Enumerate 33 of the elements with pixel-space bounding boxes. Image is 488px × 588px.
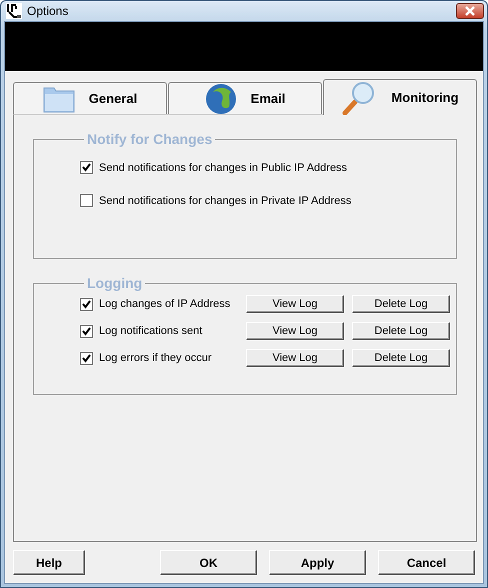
checkbox-label: Send notifications for changes in Private IP Address [99, 194, 352, 206]
dialog-button[interactable]: Apply [269, 550, 366, 575]
tab[interactable]: Monitoring [323, 79, 477, 115]
checkbox-box[interactable] [80, 161, 93, 174]
checkbox-box[interactable] [80, 194, 93, 207]
log-button[interactable]: Delete Log [352, 322, 450, 340]
checkbox-label: Log errors if they occur [99, 352, 212, 364]
tab[interactable]: Email [168, 82, 322, 114]
group-title: Notify for Changes [86, 131, 214, 147]
group-title: Logging [86, 275, 144, 291]
dialog-button[interactable]: Help [13, 550, 85, 575]
checkbox-box[interactable] [80, 352, 93, 364]
log-button[interactable]: Delete Log [352, 295, 450, 313]
window-title: Options [27, 4, 68, 18]
dialog-button[interactable]: Cancel [378, 550, 475, 575]
dialog-button[interactable]: OK [160, 550, 257, 575]
globe-icon [204, 82, 237, 114]
checkbox-label: Send notifications for changes in Public IP Address [99, 162, 348, 174]
checkbox-label: Log changes of IP Address [99, 298, 232, 310]
app-icon [6, 3, 22, 19]
close-icon [464, 6, 476, 16]
checkbox[interactable]: Send notifications for changes in Private IP Address [80, 194, 456, 207]
log-button[interactable]: View Log [246, 295, 344, 313]
folder-icon [42, 84, 75, 112]
log-button[interactable]: Delete Log [352, 349, 450, 367]
checkbox-box[interactable] [80, 324, 93, 338]
checkbox[interactable]: Send notifications for changes in Public IP Address [80, 161, 456, 174]
close-button[interactable] [456, 3, 484, 19]
checkbox-box[interactable] [80, 298, 93, 310]
tab[interactable]: General [13, 82, 167, 114]
log-button[interactable]: View Log [246, 349, 344, 367]
log-button[interactable]: View Log [246, 322, 344, 340]
checkbox-label: Log notifications sent [99, 325, 204, 337]
